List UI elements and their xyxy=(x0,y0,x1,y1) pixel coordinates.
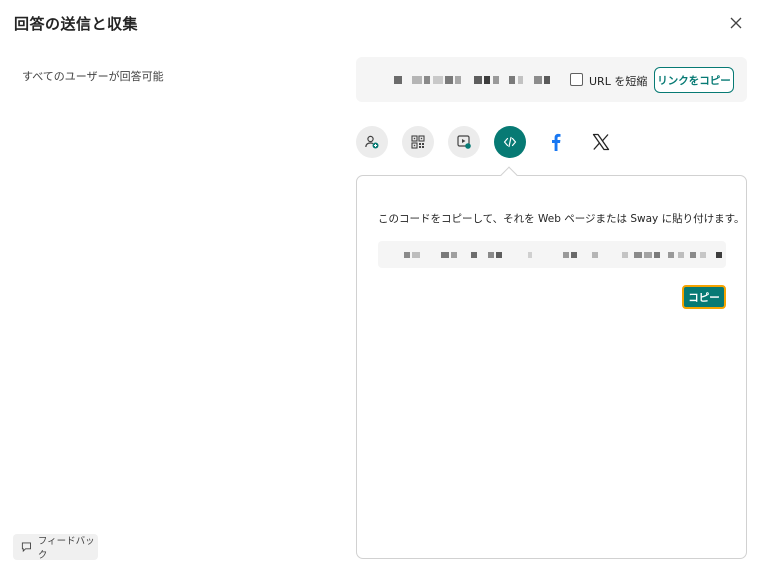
x-logo-icon xyxy=(592,133,610,151)
present-icon xyxy=(457,135,471,149)
share-facebook-button[interactable] xyxy=(540,126,572,158)
shorten-url-checkbox[interactable] xyxy=(570,73,583,86)
person-add-icon xyxy=(365,135,379,149)
share-invite-button[interactable] xyxy=(356,126,388,158)
close-icon xyxy=(730,17,742,29)
embed-code-field[interactable] xyxy=(378,241,726,268)
share-present-button[interactable] xyxy=(448,126,480,158)
audience-label: すべてのユーザーが回答可能 xyxy=(22,70,164,83)
embed-instruction: このコードをコピーして、それを Web ページまたは Sway に貼り付けます。 xyxy=(378,213,745,225)
code-icon xyxy=(503,136,517,148)
feedback-button[interactable]: フィードバック xyxy=(13,534,98,561)
share-qr-button[interactable] xyxy=(402,126,434,158)
link-bar: URL を短縮 リンクをコピー xyxy=(356,57,747,102)
share-x-button[interactable] xyxy=(585,126,617,158)
embed-panel: このコードをコピーして、それを Web ページまたは Sway に貼り付けます。… xyxy=(356,175,747,559)
copy-link-button[interactable]: リンクをコピー xyxy=(654,67,734,93)
dialog-title: 回答の送信と収集 xyxy=(14,15,139,33)
qr-code-icon xyxy=(411,135,425,149)
comment-icon xyxy=(21,542,31,553)
share-embed-button[interactable] xyxy=(494,126,526,158)
shorten-url-label: URL を短縮 xyxy=(589,75,648,88)
copy-embed-button[interactable]: コピー xyxy=(682,285,726,309)
feedback-label: フィードバック xyxy=(37,536,95,561)
facebook-icon xyxy=(552,133,561,151)
close-button[interactable] xyxy=(726,13,746,33)
